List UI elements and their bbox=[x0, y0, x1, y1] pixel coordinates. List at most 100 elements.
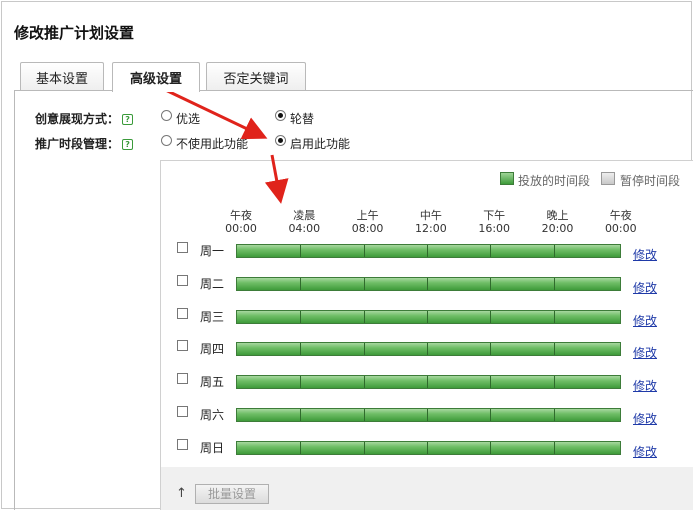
bar-divider bbox=[300, 277, 302, 290]
schedule-mgmt-label: 推广时段管理：? bbox=[35, 135, 134, 152]
radio-rotate[interactable] bbox=[275, 110, 286, 121]
bar-divider bbox=[490, 277, 492, 290]
radio-disable-schedule-label: 不使用此功能 bbox=[176, 137, 249, 151]
legend-paused-label: 暂停时间段 bbox=[620, 174, 681, 188]
bar-divider bbox=[363, 441, 365, 454]
legend-active-swatch bbox=[500, 172, 514, 185]
day-label: 周四 bbox=[200, 342, 225, 357]
radio-enable-schedule-label: 启用此功能 bbox=[290, 137, 351, 151]
bar-divider bbox=[553, 376, 555, 389]
radio-enable-schedule[interactable] bbox=[275, 135, 286, 146]
day-schedule-bar[interactable] bbox=[236, 276, 621, 291]
bar-divider bbox=[426, 376, 428, 389]
bar-divider bbox=[426, 277, 428, 290]
help-icon[interactable]: ? bbox=[122, 139, 134, 150]
page-title: 修改推广计划设置 bbox=[14, 24, 135, 42]
day-label: 周五 bbox=[200, 375, 225, 390]
day-schedule-bar[interactable] bbox=[236, 440, 621, 455]
bar-divider bbox=[490, 376, 492, 389]
bar-divider bbox=[553, 441, 555, 454]
radio-disable-schedule[interactable] bbox=[161, 135, 172, 146]
day-checkbox[interactable] bbox=[177, 242, 188, 253]
radio-preferred-label: 优选 bbox=[176, 112, 201, 126]
hour-name-label: 晚上 bbox=[546, 209, 569, 222]
edit-link[interactable]: 修改 bbox=[633, 377, 657, 394]
day-schedule-bar[interactable] bbox=[236, 408, 621, 422]
bar-divider bbox=[300, 343, 302, 356]
day-checkbox[interactable] bbox=[177, 438, 188, 450]
hour-time-label: 20:00 bbox=[541, 222, 574, 235]
bar-divider bbox=[363, 343, 365, 356]
bar-divider bbox=[426, 310, 428, 323]
bar-divider bbox=[553, 310, 555, 323]
bar-divider bbox=[363, 376, 365, 389]
bar-divider bbox=[490, 245, 492, 257]
bar-divider bbox=[300, 245, 302, 257]
hour-name-label: 午夜 bbox=[230, 209, 252, 222]
day-schedule-bar[interactable] bbox=[236, 309, 621, 324]
bar-divider bbox=[553, 245, 555, 257]
bar-divider bbox=[363, 245, 365, 257]
day-label: 周一 bbox=[200, 244, 225, 258]
bar-divider bbox=[300, 376, 302, 389]
hour-time-label: 04:00 bbox=[288, 222, 321, 235]
up-arrow-icon: ↑ bbox=[176, 486, 187, 501]
day-label: 周六 bbox=[200, 408, 225, 422]
bar-divider bbox=[363, 310, 365, 323]
bar-divider bbox=[300, 441, 302, 454]
legend-active-label: 投放的时间段 bbox=[518, 174, 591, 188]
bar-divider bbox=[553, 277, 555, 290]
bar-divider bbox=[426, 245, 428, 257]
bar-divider bbox=[553, 343, 555, 356]
bar-divider bbox=[300, 310, 302, 323]
hour-time-label: 08:00 bbox=[351, 222, 384, 235]
hour-name-label: 午夜 bbox=[609, 209, 632, 222]
tab-negative-keywords[interactable]: 否定关键词 bbox=[206, 62, 306, 91]
hour-time-label: 12:00 bbox=[415, 222, 447, 235]
day-label: 周三 bbox=[200, 309, 225, 324]
bar-divider bbox=[490, 441, 492, 454]
hour-name-label: 上午 bbox=[356, 209, 379, 222]
bar-divider bbox=[426, 441, 428, 454]
edit-link[interactable]: 修改 bbox=[633, 410, 657, 427]
bar-divider bbox=[490, 310, 492, 323]
bar-divider bbox=[426, 343, 428, 356]
legend-paused-swatch bbox=[601, 172, 615, 185]
bar-divider bbox=[363, 409, 365, 421]
bar-divider bbox=[490, 343, 492, 356]
tab-basic-settings[interactable]: 基本设置 bbox=[20, 62, 104, 91]
hour-time-label: 16:00 bbox=[478, 222, 511, 235]
bar-divider bbox=[426, 409, 428, 421]
tab-advanced-settings[interactable]: 高级设置 bbox=[112, 62, 200, 92]
edit-link[interactable]: 修改 bbox=[633, 312, 657, 329]
edit-link[interactable]: 修改 bbox=[633, 344, 657, 361]
day-checkbox[interactable] bbox=[177, 406, 188, 417]
batch-settings-button[interactable]: 批量设置 bbox=[195, 484, 269, 504]
day-checkbox[interactable] bbox=[177, 274, 188, 286]
bar-divider bbox=[363, 277, 365, 290]
help-icon[interactable]: ? bbox=[122, 114, 134, 125]
bar-divider bbox=[490, 409, 492, 421]
hour-time-label: 00:00 bbox=[604, 222, 637, 235]
radio-preferred[interactable] bbox=[161, 110, 172, 121]
hour-time-label: 00:00 bbox=[225, 222, 257, 235]
day-schedule-bar[interactable] bbox=[236, 244, 621, 258]
creative-display-label: 创意展现方式：? bbox=[35, 110, 134, 127]
day-checkbox[interactable] bbox=[177, 340, 188, 352]
schedule-mgmt-label-text: 推广时段管理： bbox=[35, 137, 120, 151]
edit-link[interactable]: 修改 bbox=[633, 246, 657, 263]
day-schedule-bar[interactable] bbox=[236, 342, 621, 357]
day-label: 周二 bbox=[200, 276, 225, 291]
radio-rotate-label: 轮替 bbox=[290, 112, 315, 126]
day-checkbox[interactable] bbox=[177, 373, 188, 385]
creative-display-label-text: 创意展现方式： bbox=[35, 112, 120, 126]
hour-name-label: 中午 bbox=[419, 209, 442, 222]
edit-link[interactable]: 修改 bbox=[633, 443, 657, 460]
hour-name-label: 凌晨 bbox=[293, 209, 316, 222]
edit-link[interactable]: 修改 bbox=[633, 279, 657, 296]
day-label: 周日 bbox=[200, 440, 225, 455]
day-schedule-bar[interactable] bbox=[236, 375, 621, 390]
bar-divider bbox=[300, 409, 302, 421]
hour-name-label: 下午 bbox=[483, 209, 506, 222]
day-checkbox[interactable] bbox=[177, 307, 188, 319]
